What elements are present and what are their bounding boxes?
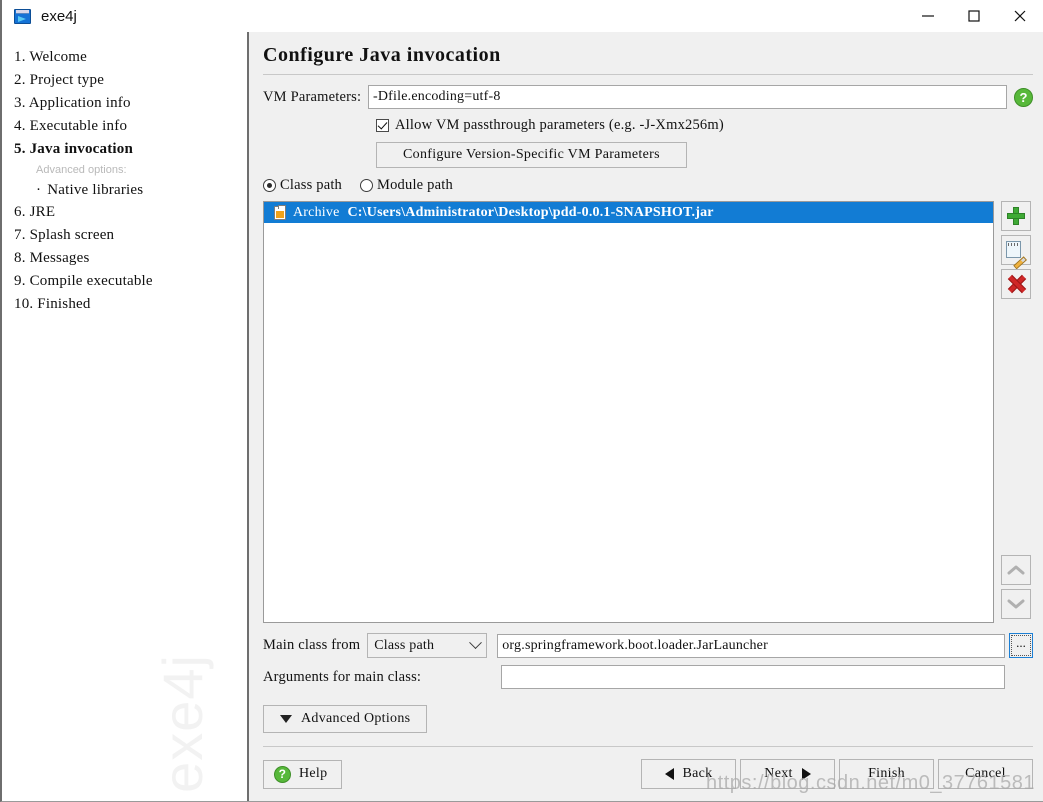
footer-divider xyxy=(263,746,1033,747)
move-down-icon[interactable] xyxy=(1001,589,1031,619)
minimize-icon[interactable] xyxy=(905,0,951,32)
radio-class-path-indicator xyxy=(263,179,276,192)
radio-module-path-label: Module path xyxy=(377,177,453,193)
allow-passthrough-checkbox[interactable] xyxy=(376,119,389,132)
arguments-input[interactable] xyxy=(501,665,1005,689)
cancel-button[interactable]: Cancel xyxy=(938,759,1033,789)
classpath-entry-kind: Archive xyxy=(293,204,340,220)
sidebar-item-native-libraries-label: Native libraries xyxy=(47,182,144,198)
sidebar-item-project-type[interactable]: 2. Project type xyxy=(2,69,247,92)
next-button-label: Next xyxy=(764,766,793,781)
sidebar-item-splash-screen[interactable]: 7. Splash screen xyxy=(2,224,247,247)
classpath-list[interactable]: Archive C:\Users\Administrator\Desktop\p… xyxy=(263,201,994,623)
window-body: 1. Welcome 2. Project type 3. Applicatio… xyxy=(2,32,1043,801)
allow-passthrough-label: Allow VM passthrough parameters (e.g. -J… xyxy=(395,117,724,133)
sidebar-brand-watermark: exe4j xyxy=(151,654,214,793)
bullet-icon: · xyxy=(36,182,42,198)
vm-parameters-row: VM Parameters: -Dfile.encoding=utf-8 ? xyxy=(263,85,1033,109)
classpath-entry-path: C:\Users\Administrator\Desktop\pdd-0.0.1… xyxy=(347,204,714,220)
close-icon[interactable] xyxy=(997,0,1043,32)
triangle-left-icon xyxy=(664,768,674,780)
add-icon[interactable] xyxy=(1001,201,1031,231)
sidebar-item-finished[interactable]: 10. Finished xyxy=(2,293,247,316)
main-class-row: Main class from Class path org.springfra… xyxy=(263,633,1033,658)
table-row[interactable]: Archive C:\Users\Administrator\Desktop\p… xyxy=(264,202,993,223)
configure-version-button-row: Configure Version-Specific VM Parameters xyxy=(376,142,1033,168)
radio-module-path[interactable]: Module path xyxy=(360,177,453,194)
classpath-list-toolbar xyxy=(999,201,1033,623)
title-divider xyxy=(263,74,1033,75)
triangle-right-icon xyxy=(801,768,811,780)
sidebar-item-application-info[interactable]: 3. Application info xyxy=(2,92,247,115)
exe4j-app-icon xyxy=(14,8,31,24)
main-class-source-value: Class path xyxy=(374,637,435,653)
sidebar-item-compile-executable[interactable]: 9. Compile executable xyxy=(2,270,247,293)
page-title: Configure Java invocation xyxy=(263,44,501,66)
classpath-list-area: Archive C:\Users\Administrator\Desktop\p… xyxy=(263,201,1033,623)
finish-button[interactable]: Finish xyxy=(839,759,934,789)
configure-version-specific-vm-parameters-button[interactable]: Configure Version-Specific VM Parameters xyxy=(376,142,687,168)
footer-bar: ? Help Back Next Finish Cancel xyxy=(263,759,1033,801)
chevron-down-icon xyxy=(469,636,483,650)
radio-module-path-indicator xyxy=(360,179,374,192)
arguments-row: Arguments for main class: xyxy=(263,665,1033,689)
window-title: exe4j xyxy=(41,7,77,25)
advanced-options-row: Advanced Options xyxy=(263,705,1033,733)
exe4j-wizard-window: exe4j 1. Welcome 2. Project type 3. Appl… xyxy=(0,0,1043,802)
help-icon: ? xyxy=(274,765,291,783)
allow-passthrough-checkbox-row: Allow VM passthrough parameters (e.g. -J… xyxy=(376,117,1033,134)
sidebar-item-messages[interactable]: 8. Messages xyxy=(2,247,247,270)
arguments-label: Arguments for main class: xyxy=(263,668,422,685)
main-class-input[interactable]: org.springframework.boot.loader.JarLaunc… xyxy=(497,633,1005,658)
help-button-label: Help xyxy=(299,766,328,781)
vm-parameters-label: VM Parameters: xyxy=(263,88,362,105)
advanced-options-label: Advanced Options xyxy=(301,711,411,726)
back-button[interactable]: Back xyxy=(641,759,736,789)
move-up-icon[interactable] xyxy=(1001,555,1031,585)
sidebar-item-welcome[interactable]: 1. Welcome xyxy=(2,46,247,69)
sidebar-item-jre[interactable]: 6. JRE xyxy=(2,201,247,224)
next-button[interactable]: Next xyxy=(740,759,835,789)
title-bar: exe4j xyxy=(2,0,1043,32)
wizard-steps-sidebar: 1. Welcome 2. Project type 3. Applicatio… xyxy=(2,32,249,801)
help-icon[interactable]: ? xyxy=(1014,87,1033,107)
main-class-browse-button[interactable]: ... xyxy=(1009,633,1033,658)
vm-parameters-input[interactable]: -Dfile.encoding=utf-8 xyxy=(368,85,1007,109)
help-button[interactable]: ? Help xyxy=(263,759,343,789)
main-panel: Configure Java invocation VM Parameters:… xyxy=(249,32,1043,801)
edit-icon[interactable] xyxy=(1001,235,1031,270)
triangle-down-icon xyxy=(280,715,292,723)
main-class-source-dropdown[interactable]: Class path xyxy=(367,633,488,658)
sidebar-advanced-options-header: Advanced options: xyxy=(36,164,127,176)
back-button-label: Back xyxy=(682,766,713,781)
radio-class-path[interactable]: Class path xyxy=(263,177,342,194)
path-mode-radio-group: Class path Module path xyxy=(263,177,1033,194)
sidebar-item-native-libraries[interactable]: · Native libraries xyxy=(2,180,247,201)
sidebar-item-executable-info[interactable]: 4. Executable info xyxy=(2,115,247,138)
main-class-label: Main class from xyxy=(263,637,361,653)
radio-class-path-label: Class path xyxy=(280,177,343,193)
remove-icon[interactable] xyxy=(1001,269,1031,299)
jar-archive-icon xyxy=(274,204,286,220)
window-controls xyxy=(905,0,1043,32)
advanced-options-button[interactable]: Advanced Options xyxy=(263,705,428,733)
sidebar-item-java-invocation[interactable]: 5. Java invocation xyxy=(2,138,247,161)
maximize-icon[interactable] xyxy=(951,0,997,32)
